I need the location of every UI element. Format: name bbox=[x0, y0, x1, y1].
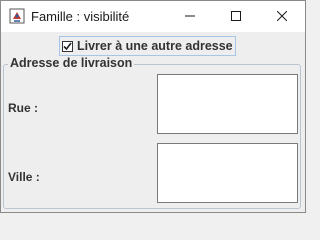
close-button[interactable] bbox=[259, 1, 305, 32]
group-legend: Adresse de livraison bbox=[8, 56, 135, 70]
checkbox-box[interactable] bbox=[62, 40, 73, 52]
minimize-button[interactable] bbox=[167, 1, 213, 32]
window-title: Famille : visibilité bbox=[31, 9, 130, 24]
delivery-address-group: Adresse de livraison Rue : Ville : bbox=[3, 56, 301, 209]
maximize-icon bbox=[231, 8, 241, 26]
app-window: Famille : visibilité Livrer à une autre bbox=[0, 0, 306, 213]
city-label: Ville : bbox=[8, 170, 40, 184]
java-app-icon bbox=[9, 8, 25, 24]
title-bar[interactable]: Famille : visibilité bbox=[1, 1, 305, 32]
street-textarea[interactable] bbox=[157, 74, 298, 134]
minimize-icon bbox=[185, 8, 195, 26]
city-textarea[interactable] bbox=[157, 143, 298, 203]
checkbox-label[interactable]: Livrer à une autre adresse bbox=[77, 39, 233, 53]
close-icon bbox=[276, 8, 288, 26]
maximize-button[interactable] bbox=[213, 1, 259, 32]
client-area: Livrer à une autre adresse Adresse de li… bbox=[1, 32, 305, 212]
street-label: Rue : bbox=[8, 101, 38, 115]
deliver-other-address-checkbox[interactable]: Livrer à une autre adresse bbox=[59, 36, 236, 56]
